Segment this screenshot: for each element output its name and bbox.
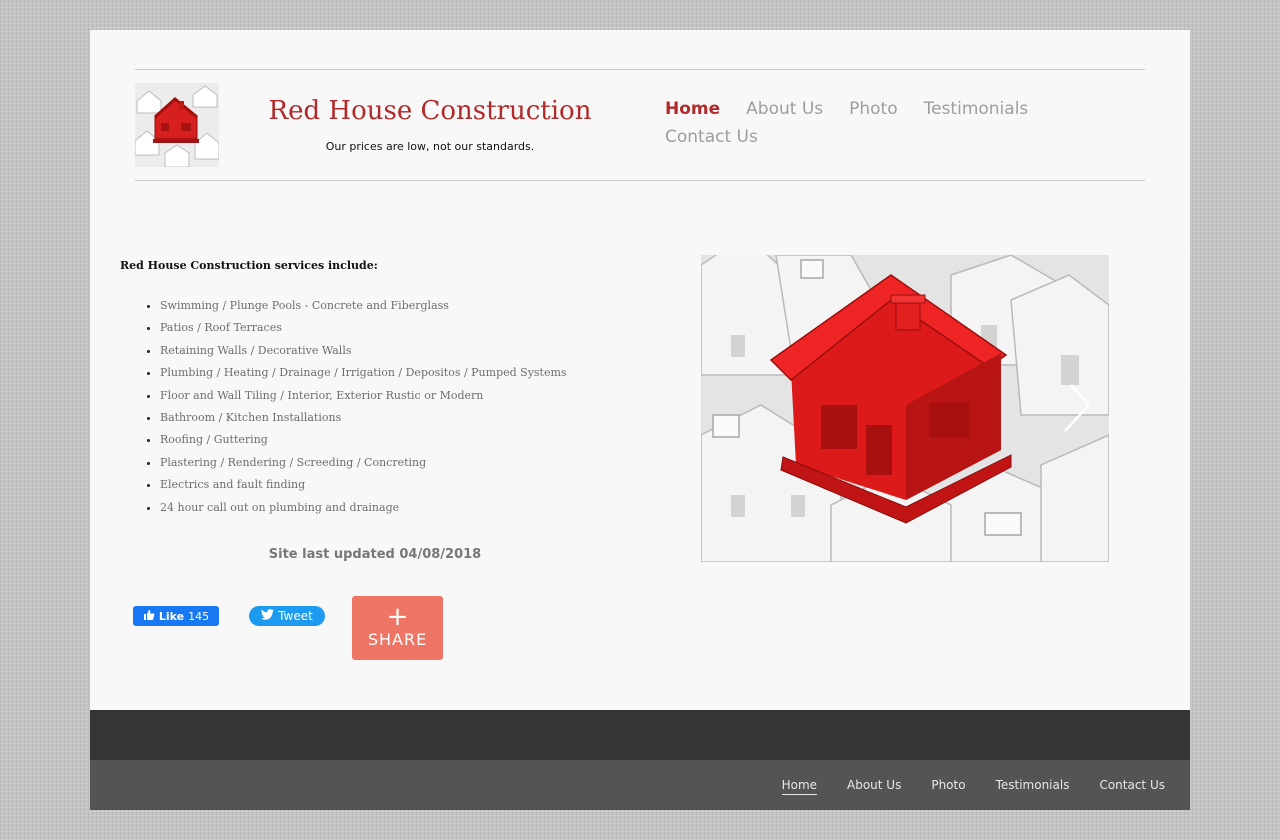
- like-label: Like: [158, 609, 185, 623]
- footer-nav-item-photo[interactable]: Photo: [931, 776, 965, 795]
- list-item: 24 hour call out on plumbing and drainag…: [160, 497, 567, 519]
- footer-nav-item-home[interactable]: Home: [781, 776, 818, 795]
- page-container: Red House Construction Our prices are lo…: [90, 30, 1190, 710]
- nav-item-about-us[interactable]: About Us: [746, 98, 823, 120]
- site-last-updated: Site last updated 04/08/2018: [268, 547, 482, 562]
- footer-nav: Home About Us Photo Testimonials Contact…: [781, 776, 1165, 795]
- footer-nav-item-testimonials[interactable]: Testimonials: [996, 776, 1070, 795]
- list-item: Retaining Walls / Decorative Walls: [160, 340, 567, 362]
- nav-item-testimonials[interactable]: Testimonials: [924, 98, 1029, 120]
- list-item: Floor and Wall Tiling / Interior, Exteri…: [160, 385, 567, 407]
- services-list: Swimming / Plunge Pools - Concrete and F…: [120, 295, 567, 519]
- footer-nav-item-about-us[interactable]: About Us: [847, 776, 901, 795]
- header-divider-top: [135, 69, 1145, 70]
- header-divider-bottom: [135, 180, 1145, 181]
- red-house-logo-icon[interactable]: [135, 83, 219, 167]
- list-item: Swimming / Plunge Pools - Concrete and F…: [160, 295, 567, 317]
- list-item: Electrics and fault finding: [160, 474, 567, 496]
- list-item: Roofing / Guttering: [160, 429, 567, 451]
- tweet-button[interactable]: Tweet: [249, 606, 325, 626]
- list-item: Plastering / Rendering / Screeding / Con…: [160, 452, 567, 474]
- twitter-bird-icon: [261, 609, 275, 623]
- main-nav: Home About Us Photo Testimonials Contact Us: [665, 98, 1065, 154]
- nav-item-contact-us[interactable]: Contact Us: [665, 126, 758, 148]
- footer-nav-item-contact-us[interactable]: Contact Us: [1099, 776, 1165, 795]
- list-item: Patios / Roof Terraces: [160, 317, 567, 339]
- like-count: 145: [188, 609, 210, 623]
- services-heading: Red House Construction services include:: [120, 259, 378, 272]
- footer-nav-bar: Home About Us Photo Testimonials Contact…: [90, 760, 1190, 810]
- slideshow[interactable]: [701, 255, 1109, 562]
- thumbs-up-icon: [143, 609, 155, 624]
- share-button[interactable]: + SHARE: [352, 596, 443, 660]
- facebook-like-button[interactable]: Like 145: [133, 606, 219, 626]
- red-house-image: [701, 255, 1109, 562]
- nav-item-home[interactable]: Home: [665, 98, 720, 120]
- site-title[interactable]: Red House Construction: [250, 94, 610, 128]
- nav-item-photo[interactable]: Photo: [849, 98, 898, 120]
- site-tagline: Our prices are low, not our standards.: [325, 140, 535, 153]
- list-item: Plumbing / Heating / Drainage / Irrigati…: [160, 362, 567, 384]
- tweet-label: Tweet: [278, 609, 313, 623]
- list-item: Bathroom / Kitchen Installations: [160, 407, 567, 429]
- plus-icon: +: [386, 602, 409, 632]
- chevron-right-icon[interactable]: [1061, 380, 1091, 432]
- footer-band: [90, 710, 1190, 760]
- share-label: SHARE: [367, 630, 428, 649]
